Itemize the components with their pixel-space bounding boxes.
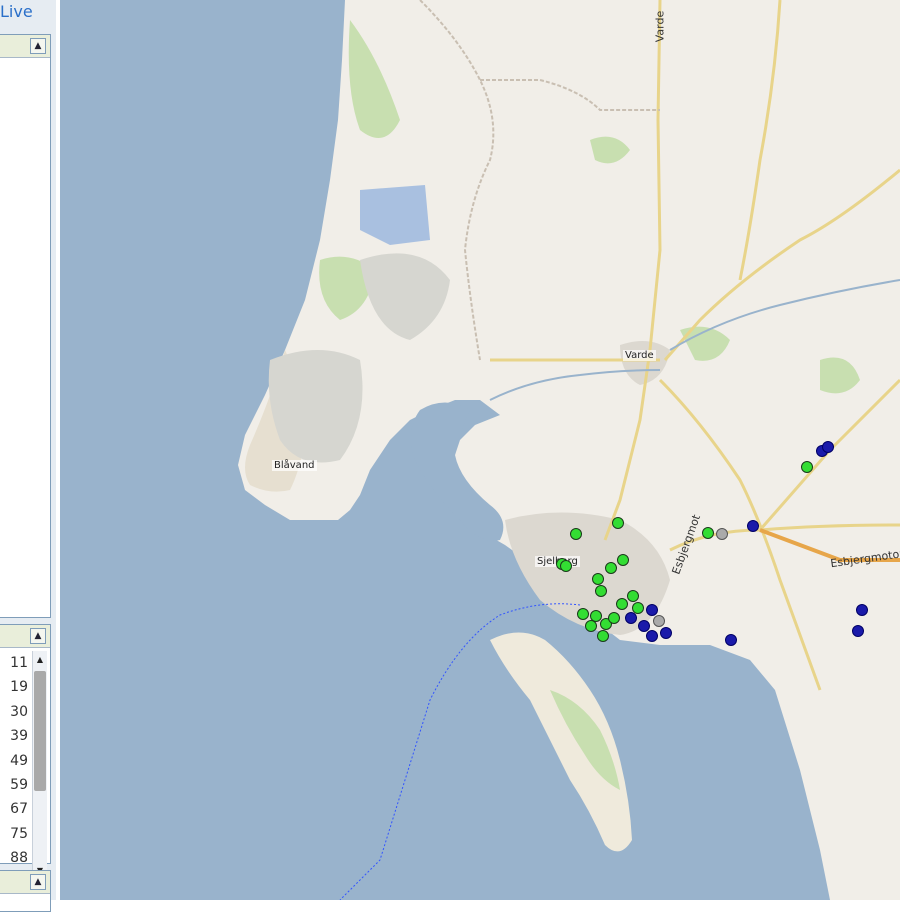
vessel-list-header: ▲: [0, 625, 50, 648]
number-list: 11 19 30 39 49 59 67 75 88: [0, 651, 30, 871]
list-item[interactable]: 39: [0, 724, 30, 748]
collapse-icon[interactable]: ▲: [30, 628, 46, 644]
bottom-panel-header: ▲: [0, 871, 50, 894]
vessel-marker-green[interactable]: [627, 590, 639, 602]
vessel-marker-blue[interactable]: [646, 630, 658, 642]
vessel-marker-gray[interactable]: [653, 615, 665, 627]
list-item[interactable]: 30: [0, 700, 30, 724]
vessel-marker-green[interactable]: [801, 461, 813, 473]
collapse-icon[interactable]: ▲: [30, 38, 46, 54]
vessel-marker-blue[interactable]: [822, 441, 834, 453]
place-label-blavand: Blåvand: [272, 460, 317, 471]
scroll-up-icon[interactable]: ▲: [34, 654, 46, 666]
vessel-marker-green[interactable]: [577, 608, 589, 620]
vessel-marker-blue[interactable]: [646, 604, 658, 616]
map-base: [60, 0, 900, 900]
live-link[interactable]: Live: [0, 2, 33, 21]
vessel-marker-green[interactable]: [585, 620, 597, 632]
scroll-thumb[interactable]: [34, 671, 46, 791]
vessel-marker-green[interactable]: [617, 554, 629, 566]
vessel-marker-green[interactable]: [595, 585, 607, 597]
vessel-marker-blue[interactable]: [852, 625, 864, 637]
vessel-marker-blue[interactable]: [747, 520, 759, 532]
list-item[interactable]: 49: [0, 749, 30, 773]
list-item[interactable]: 88: [0, 846, 30, 870]
layers-panel: ▲: [0, 34, 51, 618]
vessel-marker-green[interactable]: [560, 560, 572, 572]
vessel-marker-green[interactable]: [612, 517, 624, 529]
list-item[interactable]: 59: [0, 773, 30, 797]
collapse-icon[interactable]: ▲: [30, 874, 46, 890]
map-view[interactable]: Blåvand Varde Sjelborg Esbjergmotorvejen…: [60, 0, 900, 900]
vessel-marker-green[interactable]: [605, 562, 617, 574]
vessel-marker-green[interactable]: [592, 573, 604, 585]
vessel-marker-blue[interactable]: [625, 612, 637, 624]
vessel-marker-blue[interactable]: [660, 627, 672, 639]
sidebar: Live ▲ ▲ 11 19 30 39 49 59 67 75 88 ▲ ▼ …: [0, 0, 56, 912]
vessel-marker-green[interactable]: [597, 630, 609, 642]
vessel-marker-blue[interactable]: [856, 604, 868, 616]
list-item[interactable]: 67: [0, 797, 30, 821]
list-item[interactable]: 75: [0, 822, 30, 846]
place-label-varde: Varde: [623, 350, 656, 361]
vessel-marker-blue[interactable]: [725, 634, 737, 646]
vessel-marker-green[interactable]: [702, 527, 714, 539]
bottom-panel: ▲: [0, 870, 51, 912]
vessel-list-panel: ▲ 11 19 30 39 49 59 67 75 88 ▲ ▼: [0, 624, 51, 883]
list-scrollbar[interactable]: ▲ ▼: [32, 651, 47, 883]
vessel-marker-gray[interactable]: [716, 528, 728, 540]
vessel-marker-green[interactable]: [570, 528, 582, 540]
vessel-marker-green[interactable]: [608, 612, 620, 624]
vessel-marker-green[interactable]: [616, 598, 628, 610]
road-label-varde: Varde: [653, 10, 667, 43]
layers-panel-header: ▲: [0, 35, 50, 58]
list-item[interactable]: 11: [0, 651, 30, 675]
list-item[interactable]: 19: [0, 675, 30, 699]
